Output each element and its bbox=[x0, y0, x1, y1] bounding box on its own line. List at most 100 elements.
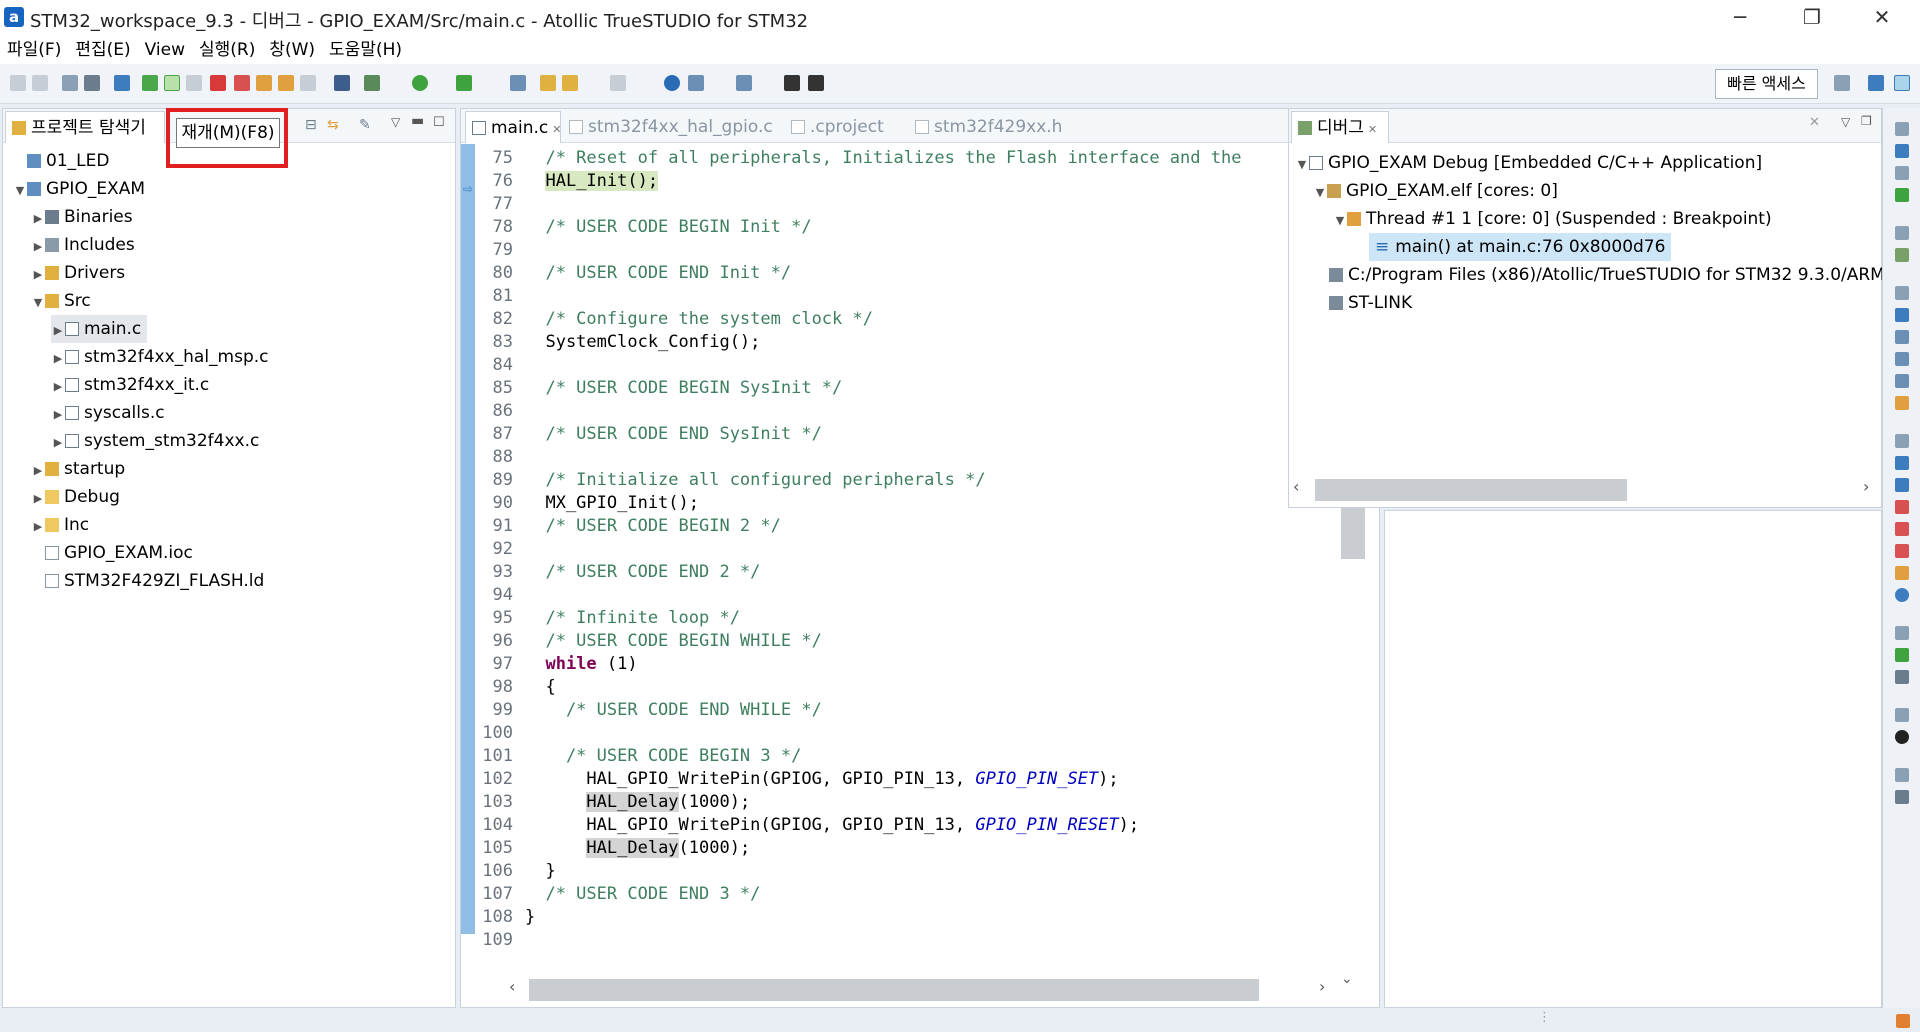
remove-launch-icon[interactable]: ✕ bbox=[1809, 115, 1820, 130]
open-type-icon[interactable] bbox=[510, 75, 526, 91]
restore-icon[interactable] bbox=[1895, 286, 1909, 300]
code-line[interactable]: 102 HAL_GPIO_WritePin(GPIOG, GPIO_PIN_13… bbox=[475, 768, 1118, 791]
chevron-right-icon[interactable]: ▶ bbox=[31, 513, 45, 541]
tab-hal-gpio[interactable]: stm32f4xx_hal_gpio.c bbox=[563, 111, 779, 143]
code-line[interactable]: 88 bbox=[475, 446, 525, 469]
chevron-right-icon[interactable]: ▶ bbox=[51, 429, 65, 457]
chevron-right-icon[interactable]: ▶ bbox=[31, 485, 45, 513]
code-line[interactable]: 82 /* Configure the system clock */ bbox=[475, 308, 873, 331]
close-button[interactable]: ✕ bbox=[1852, 0, 1912, 36]
tree-item-drivers[interactable]: ▶ Drivers bbox=[31, 259, 125, 287]
chevron-right-icon[interactable]: ▶ bbox=[51, 373, 65, 401]
debug-icon[interactable] bbox=[364, 75, 380, 91]
chevron-right-icon[interactable]: ▶ bbox=[31, 261, 45, 289]
problems-icon[interactable] bbox=[1895, 188, 1909, 202]
tree-item-system-stm32[interactable]: ▶ system_stm32f4xx.c bbox=[51, 427, 260, 457]
menu-run[interactable]: 실행(R) bbox=[192, 36, 262, 64]
open-perspective-icon[interactable] bbox=[1834, 75, 1850, 91]
resume-highlight-icon[interactable] bbox=[164, 75, 180, 91]
code-line[interactable]: 75 /* Reset of all peripherals, Initiali… bbox=[475, 147, 1242, 170]
code-line[interactable]: 78 /* USER CODE BEGIN Init */ bbox=[475, 216, 812, 239]
tree-item-main-c[interactable]: ▶ main.c bbox=[51, 315, 148, 345]
save-all-icon[interactable] bbox=[32, 75, 48, 91]
record-icon[interactable] bbox=[1895, 730, 1909, 744]
forward-icon[interactable] bbox=[610, 75, 626, 91]
code-line[interactable]: 77 bbox=[475, 193, 525, 216]
collapse-all-icon[interactable]: ⊟ bbox=[305, 117, 317, 133]
debug-item-stlink[interactable]: ST-LINK bbox=[1329, 289, 1412, 317]
step-over-icon[interactable] bbox=[278, 75, 294, 91]
help-icon[interactable] bbox=[1895, 588, 1909, 602]
code-line[interactable]: 103 HAL_Delay(1000); bbox=[475, 791, 750, 814]
chevron-right-icon[interactable]: ▶ bbox=[31, 205, 45, 233]
link-editor-icon[interactable]: ⇆ bbox=[327, 117, 339, 133]
restore-button[interactable]: ❐ bbox=[1782, 0, 1842, 36]
view-menu-icon[interactable]: ▽ bbox=[391, 115, 400, 129]
menu-view[interactable]: View bbox=[138, 36, 192, 64]
bug-icon[interactable] bbox=[1895, 248, 1909, 262]
vertical-scrollbar-thumb[interactable] bbox=[1341, 499, 1365, 559]
chevron-down-icon[interactable]: ▼ bbox=[1333, 207, 1347, 235]
exit-icon[interactable] bbox=[808, 75, 824, 91]
step-return-icon[interactable] bbox=[300, 75, 316, 91]
maximize-view-icon[interactable]: ☐ bbox=[433, 115, 445, 130]
quick-access-button[interactable]: 빠른 액세스 bbox=[1715, 69, 1818, 99]
tab-cproject[interactable]: .cproject bbox=[785, 111, 890, 143]
code-line[interactable]: 87 /* USER CODE END SysInit */ bbox=[475, 423, 822, 446]
code-line[interactable]: 83 SystemClock_Config(); bbox=[475, 331, 761, 354]
tasks-icon[interactable] bbox=[1895, 790, 1909, 804]
debug-item-thread[interactable]: ▼ Thread #1 1 [core: 0] (Suspended : Brea… bbox=[1333, 205, 1772, 233]
restore-icon[interactable] bbox=[1895, 768, 1909, 782]
chevron-right-icon[interactable]: ▶ bbox=[31, 233, 45, 261]
code-line[interactable]: 96 /* USER CODE BEGIN WHILE */ bbox=[475, 630, 822, 653]
terminal-icon[interactable] bbox=[114, 75, 130, 91]
horizontal-scrollbar-thumb[interactable] bbox=[529, 979, 1259, 1001]
step-into-icon[interactable] bbox=[256, 75, 272, 91]
code-line[interactable]: 95 /* Infinite loop */ bbox=[475, 607, 740, 630]
code-line[interactable]: 92 bbox=[475, 538, 525, 561]
chevron-down-icon[interactable]: ▼ bbox=[13, 177, 27, 205]
tree-item-it-c[interactable]: ▶ stm32f4xx_it.c bbox=[51, 371, 210, 401]
tree-item-ld[interactable]: STM32F429ZI_FLASH.ld bbox=[31, 567, 264, 595]
chevron-down-icon[interactable]: ▼ bbox=[31, 289, 45, 317]
filter-icon[interactable]: ✎ bbox=[359, 117, 371, 133]
chevron-right-icon[interactable]: ▶ bbox=[51, 401, 65, 429]
info-icon[interactable] bbox=[664, 75, 680, 91]
project-explorer-tab[interactable]: 프로젝트 탐색기 bbox=[5, 111, 165, 143]
tree-item-hal-msp[interactable]: ▶ stm32f4xx_hal_msp.c bbox=[51, 343, 269, 371]
debug-perspective-icon[interactable] bbox=[1894, 75, 1910, 91]
menu-file[interactable]: 파일(F) bbox=[0, 36, 68, 64]
chevron-right-icon[interactable]: ▶ bbox=[51, 345, 65, 373]
registers-icon[interactable] bbox=[1895, 374, 1909, 388]
tree-item-inc[interactable]: ▶ Inc bbox=[31, 511, 89, 539]
code-line[interactable]: 84 bbox=[475, 354, 525, 377]
close-tab-icon[interactable]: ✕ bbox=[552, 123, 561, 136]
code-line[interactable]: 81 bbox=[475, 285, 525, 308]
console-icon[interactable] bbox=[1895, 144, 1909, 158]
tree-item-debug[interactable]: ▶ Debug bbox=[31, 483, 120, 511]
scroll-right-icon[interactable]: › bbox=[1319, 977, 1325, 996]
debug-item-gdb-path[interactable]: C:/Program Files (x86)/Atollic/TrueSTUDI… bbox=[1329, 261, 1903, 289]
close-tab-icon[interactable]: ✕ bbox=[1368, 123, 1377, 136]
code-line[interactable]: 91 /* USER CODE BEGIN 2 */ bbox=[475, 515, 781, 538]
code-line[interactable]: 101 /* USER CODE BEGIN 3 */ bbox=[475, 745, 801, 768]
scroll-right-icon[interactable]: › bbox=[1863, 477, 1869, 496]
tree-item-binaries[interactable]: ▶ Binaries bbox=[31, 203, 133, 231]
variables-icon[interactable] bbox=[1895, 330, 1909, 344]
terminate-icon[interactable] bbox=[210, 75, 226, 91]
code-line[interactable]: 90 MX_GPIO_Init(); bbox=[475, 492, 699, 515]
minimize-view-icon[interactable]: ▬ bbox=[411, 113, 424, 129]
code-line[interactable]: 99 /* USER CODE END WHILE */ bbox=[475, 699, 822, 722]
menu-window[interactable]: 창(W) bbox=[262, 36, 322, 64]
tree-item-ioc[interactable]: GPIO_EXAM.ioc bbox=[31, 539, 193, 567]
timeline-icon[interactable] bbox=[1895, 670, 1909, 684]
breakpoints-icon[interactable] bbox=[1895, 308, 1909, 322]
sfr-icon[interactable] bbox=[1895, 522, 1909, 536]
chevron-right-icon[interactable]: ▶ bbox=[51, 317, 65, 345]
external-tools-icon[interactable] bbox=[456, 75, 472, 91]
prev-annotation-icon[interactable] bbox=[540, 75, 556, 91]
debug-item-elf[interactable]: ▼ GPIO_EXAM.elf [cores: 0] bbox=[1313, 177, 1558, 205]
restore-icon[interactable] bbox=[1895, 708, 1909, 722]
disassembly-icon[interactable] bbox=[1895, 478, 1909, 492]
expressions-icon[interactable] bbox=[1895, 352, 1909, 366]
